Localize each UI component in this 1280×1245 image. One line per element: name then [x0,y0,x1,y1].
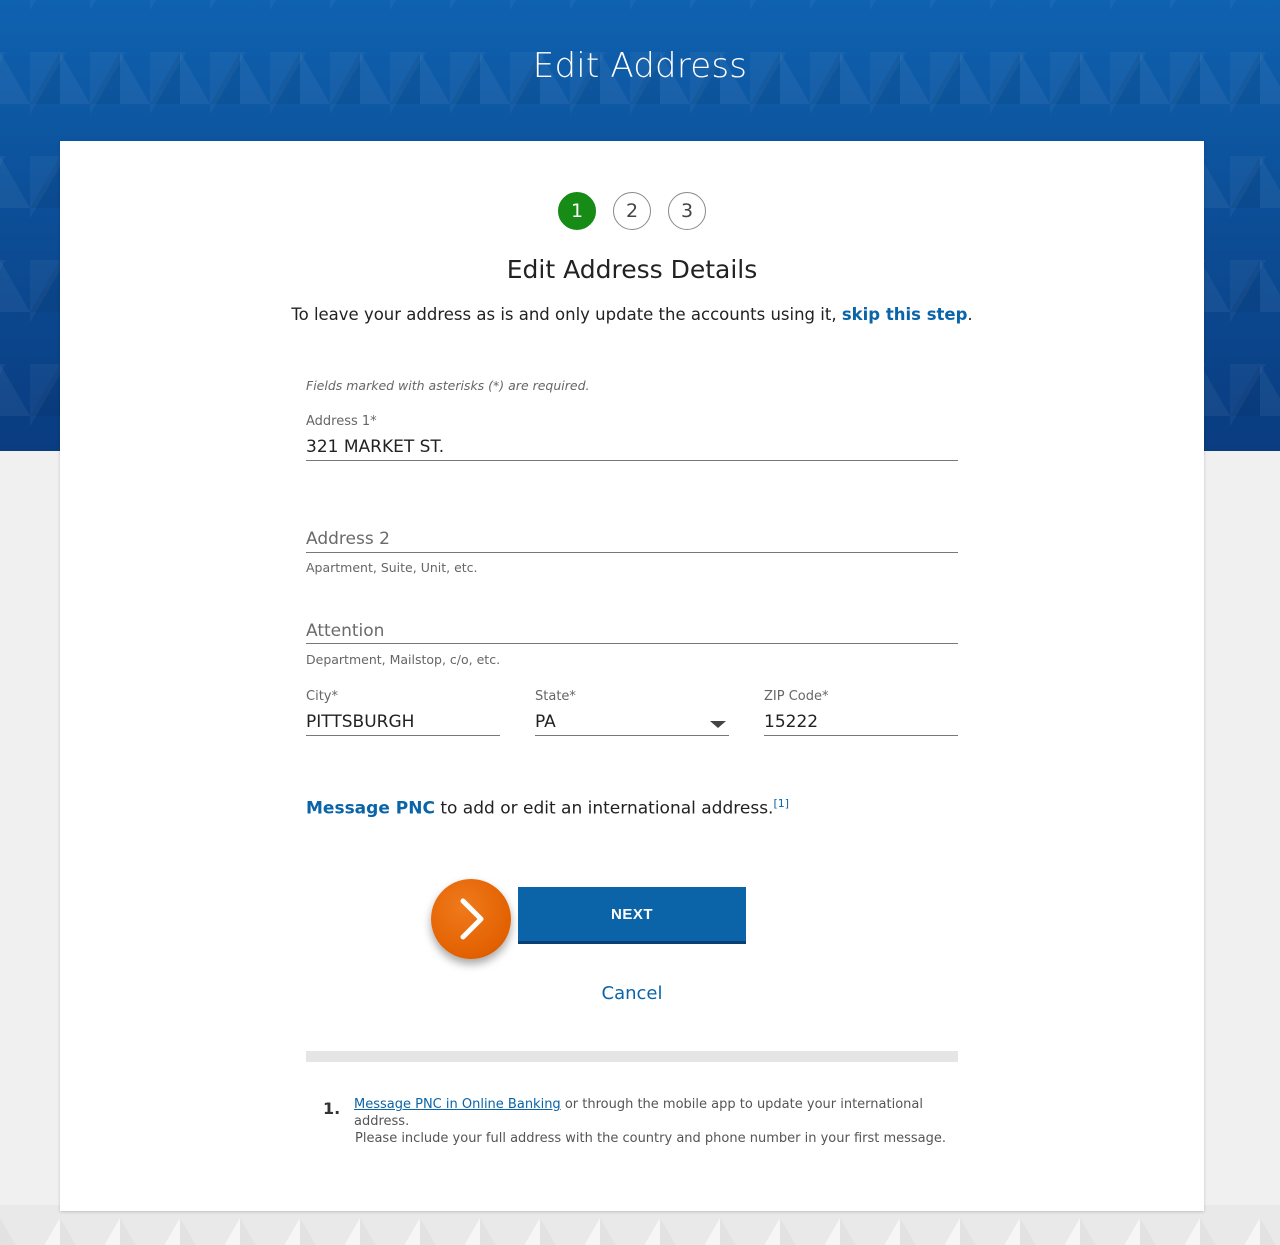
footnote-message-link[interactable]: Message PNC in Online Banking [354,1097,561,1112]
address2-hint: Apartment, Suite, Unit, etc. [306,560,478,575]
section-title: Edit Address Details [506,255,758,284]
city-underline [306,735,500,736]
next-indicator [431,879,511,959]
zip-label: ZIP Code* [764,689,829,704]
intro-label: To leave your address as is and only upd… [291,305,837,324]
footnote-text: Message PNC in Online Banking or through… [354,1096,953,1147]
state-label: State* [535,689,576,704]
attention-hint: Department, Mailstop, c/o, etc. [306,652,501,667]
required-note: Fields marked with asterisks (*) are req… [306,378,590,393]
step-1: 1 [558,192,596,230]
address1-input[interactable]: 321 MARKET ST. [306,437,444,457]
edit-address-card: 1 2 3 Edit Address Details To leave your… [60,141,1204,1211]
address1-underline [306,460,958,461]
footnote-ref-link[interactable]: [1] [773,797,789,810]
step-3: 3 [668,192,706,230]
international-note: Message PNC to add or edit an internatio… [306,797,789,819]
skip-step-link[interactable]: skip this step [842,305,968,324]
next-button[interactable]: NEXT [518,887,746,944]
cancel-link[interactable]: Cancel [306,983,958,1004]
background-pattern [0,1205,1280,1245]
page-title: Edit Address [532,46,748,86]
state-underline [535,735,729,736]
footnote-line2: Please include your full address with th… [355,1131,947,1146]
message-pnc-link[interactable]: Message PNC [306,799,435,819]
attention-input[interactable]: Attention [306,621,384,641]
chevron-right-icon [460,898,484,940]
attention-underline [306,643,958,644]
international-text: to add or edit an international address. [434,798,774,819]
intro-text: To leave your address as is and only upd… [60,305,1204,324]
state-select[interactable]: PA [535,712,556,732]
divider [306,1051,958,1062]
address1-label: Address 1* [306,414,377,429]
step-2: 2 [613,192,651,230]
address2-underline [306,552,958,553]
step-indicator: 1 2 3 [60,192,1204,230]
zip-input[interactable]: 15222 [764,712,818,732]
city-input[interactable]: PITTSBURGH [306,712,414,732]
footnote: 1. Message PNC in Online Banking or thro… [323,1096,953,1147]
city-label: City* [306,689,338,704]
footnote-number: 1. [323,1099,341,1118]
caret-down-icon[interactable] [710,721,726,728]
address2-input[interactable]: Address 2 [306,529,390,549]
intro-end: . [967,305,973,324]
zip-underline [764,735,958,736]
